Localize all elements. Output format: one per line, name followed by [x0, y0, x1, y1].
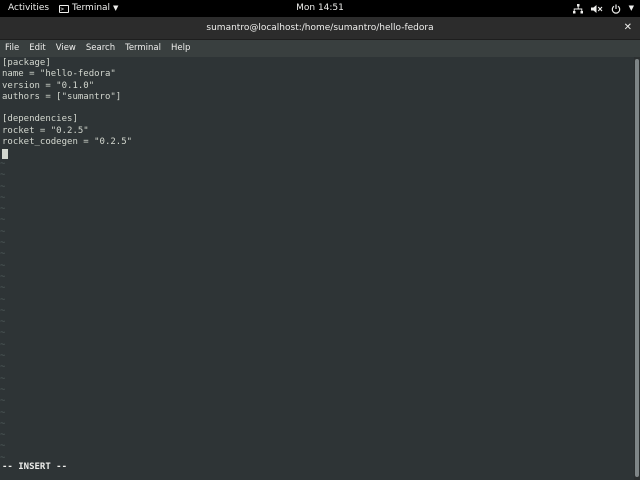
menu-terminal[interactable]: Terminal [120, 40, 166, 57]
tilde-marker: ~ [0, 384, 6, 395]
tilde-marker: ~ [0, 328, 6, 339]
menu-search[interactable]: Search [81, 40, 120, 57]
empty-line-markers: ~ ~ ~ ~ ~ ~ ~ ~ ~ ~ ~ ~ ~ ~ ~ ~ ~ ~ ~ ~ ~ ~ ~ ~ ~ ~ ~ [0, 159, 5, 464]
editor-line: version = "0.1.0" [2, 80, 95, 91]
tilde-marker: ~ [0, 271, 6, 282]
tilde-marker: ~ [0, 430, 6, 441]
tilde-marker: ~ [0, 362, 6, 373]
system-tray[interactable]: ▼ [572, 0, 634, 17]
editor-line: rocket_codegen = "0.2.5" [2, 137, 133, 148]
tilde-marker: ~ [0, 373, 6, 384]
clock[interactable]: Mon 14:51 [0, 0, 640, 17]
tilde-marker: ~ [0, 226, 6, 237]
terminal-content[interactable]: [package] name = "hello-fedora" version … [0, 57, 634, 480]
power-icon [611, 4, 620, 14]
editor-line: authors = ["sumantro"] [2, 91, 122, 102]
tilde-marker: ~ [0, 181, 6, 192]
menubar: File Edit View Search Terminal Help [0, 40, 640, 57]
tilde-marker: ~ [0, 192, 6, 203]
terminal-window: sumantro@localhost:/home/sumantro/hello-… [0, 17, 640, 480]
volume-muted-icon [590, 4, 603, 13]
close-icon[interactable]: ✕ [624, 17, 632, 39]
editor-line: rocket = "0.2.5" [2, 125, 89, 136]
window-title: sumantro@localhost:/home/sumantro/hello-… [206, 23, 434, 33]
menu-file[interactable]: File [0, 40, 24, 57]
tilde-marker: ~ [0, 351, 6, 362]
tilde-marker: ~ [0, 159, 6, 169]
tilde-marker: ~ [0, 418, 6, 429]
tilde-marker: ~ [0, 249, 6, 260]
tilde-marker: ~ [0, 170, 6, 181]
text-cursor [2, 149, 8, 160]
editor-line: [dependencies] [2, 114, 78, 125]
tilde-marker: ~ [0, 339, 6, 350]
menu-view[interactable]: View [51, 40, 81, 57]
tilde-marker: ~ [0, 204, 6, 215]
editor-buffer[interactable]: [package] name = "hello-fedora" version … [2, 58, 132, 160]
gnome-top-bar: Activities >_ Terminal ▼ Mon 14:51 ▼ [0, 0, 640, 17]
tilde-marker: ~ [0, 305, 6, 316]
cursor-line [2, 148, 132, 160]
editor-line: name = "hello-fedora" [2, 69, 116, 80]
tilde-marker: ~ [0, 407, 6, 418]
menu-help[interactable]: Help [166, 40, 195, 57]
chevron-down-icon: ▼ [628, 4, 634, 12]
tilde-marker: ~ [0, 317, 6, 328]
scrollbar-thumb[interactable] [635, 59, 639, 477]
menu-edit[interactable]: Edit [24, 40, 50, 57]
tilde-marker: ~ [0, 238, 6, 249]
tilde-marker: ~ [0, 396, 6, 407]
network-icon [572, 3, 583, 13]
editor-line: [package] [2, 58, 51, 68]
tilde-marker: ~ [0, 260, 6, 271]
vim-mode-indicator: -- INSERT -- [2, 462, 68, 472]
tilde-marker: ~ [0, 283, 6, 294]
tilde-marker: ~ [0, 294, 6, 305]
tilde-marker: ~ [0, 441, 6, 452]
window-titlebar[interactable]: sumantro@localhost:/home/sumantro/hello-… [0, 17, 640, 40]
tilde-marker: ~ [0, 215, 6, 226]
scrollbar[interactable] [634, 57, 640, 480]
